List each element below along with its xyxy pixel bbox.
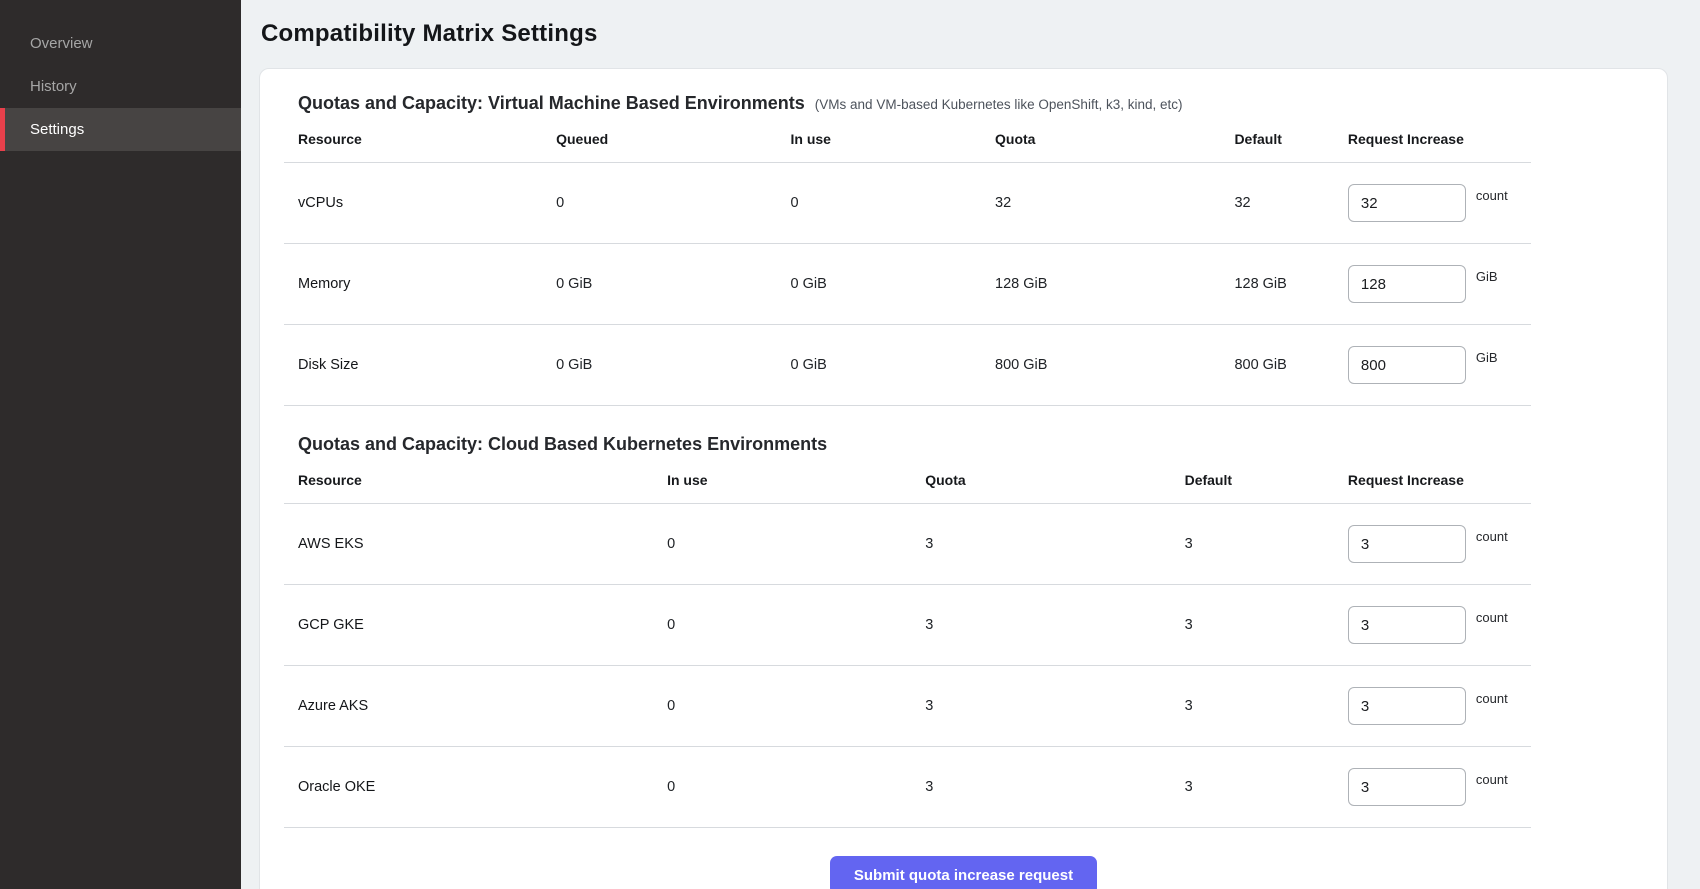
cell-quota: 3 — [921, 585, 1180, 666]
cell-request-increase: count — [1344, 585, 1531, 666]
cloud-quota-table: Resource In use Quota Default Request In… — [284, 455, 1531, 828]
cell-request-increase: GiB — [1344, 325, 1531, 406]
column-header-in-use: In use — [787, 114, 992, 163]
table-row-memory: Memory 0 GiB 0 GiB 128 GiB 128 GiB GiB — [284, 244, 1531, 325]
cell-request-increase: count — [1344, 747, 1531, 828]
unit-label: count — [1476, 610, 1508, 625]
request-input-group: count — [1348, 606, 1527, 644]
cell-request-increase: count — [1344, 163, 1531, 244]
column-header-queued: Queued — [552, 114, 786, 163]
app-root: Overview History Settings Compatibility … — [0, 0, 1700, 889]
azure-aks-request-input[interactable] — [1348, 687, 1466, 725]
cell-request-increase: count — [1344, 504, 1531, 585]
cloud-header-row: Resource In use Quota Default Request In… — [284, 455, 1531, 504]
resource-name: AWS EKS — [284, 504, 663, 585]
sidebar-item-settings[interactable]: Settings — [0, 108, 241, 151]
vm-table-wrap: Resource Queued In use Quota Default Req… — [284, 114, 1643, 406]
gcp-gke-request-input[interactable] — [1348, 606, 1466, 644]
unit-label: count — [1476, 772, 1508, 787]
resource-name: GCP GKE — [284, 585, 663, 666]
cell-quota: 3 — [921, 666, 1180, 747]
vm-quota-table: Resource Queued In use Quota Default Req… — [284, 114, 1531, 406]
unit-label: count — [1476, 529, 1508, 544]
column-header-resource: Resource — [284, 455, 663, 504]
unit-label: GiB — [1476, 269, 1498, 284]
column-header-default: Default — [1181, 455, 1344, 504]
request-input-group: count — [1348, 768, 1527, 806]
quota-settings-card: Quotas and Capacity: Virtual Machine Bas… — [259, 68, 1668, 889]
cell-default: 3 — [1181, 747, 1344, 828]
vm-section-header: Quotas and Capacity: Virtual Machine Bas… — [284, 93, 1643, 114]
memory-request-input[interactable] — [1348, 265, 1466, 303]
cell-quota: 3 — [921, 747, 1180, 828]
vm-header-row: Resource Queued In use Quota Default Req… — [284, 114, 1531, 163]
vcpus-request-input[interactable] — [1348, 184, 1466, 222]
resource-name: Oracle OKE — [284, 747, 663, 828]
resource-name: vCPUs — [284, 163, 552, 244]
unit-label: count — [1476, 691, 1508, 706]
table-row-disk-size: Disk Size 0 GiB 0 GiB 800 GiB 800 GiB Gi… — [284, 325, 1531, 406]
unit-label: GiB — [1476, 350, 1498, 365]
column-header-quota: Quota — [991, 114, 1230, 163]
cell-default: 800 GiB — [1230, 325, 1343, 406]
table-row-oracle-oke: Oracle OKE 0 3 3 count — [284, 747, 1531, 828]
cell-queued: 0 GiB — [552, 244, 786, 325]
cell-quota: 128 GiB — [991, 244, 1230, 325]
sidebar-item-overview[interactable]: Overview — [0, 22, 241, 65]
cell-queued: 0 GiB — [552, 325, 786, 406]
vm-section-title: Quotas and Capacity: Virtual Machine Bas… — [298, 93, 805, 114]
column-header-request-increase: Request Increase — [1344, 455, 1531, 504]
cell-request-increase: GiB — [1344, 244, 1531, 325]
cell-queued: 0 — [552, 163, 786, 244]
cell-default: 3 — [1181, 504, 1344, 585]
sidebar-item-history[interactable]: History — [0, 65, 241, 108]
disk-size-request-input[interactable] — [1348, 346, 1466, 384]
submit-button-row: Submit quota increase request — [284, 856, 1643, 889]
cell-default: 128 GiB — [1230, 244, 1343, 325]
oracle-oke-request-input[interactable] — [1348, 768, 1466, 806]
table-row-aws-eks: AWS EKS 0 3 3 count — [284, 504, 1531, 585]
cell-in-use: 0 — [787, 163, 992, 244]
cell-quota: 3 — [921, 504, 1180, 585]
column-header-default: Default — [1230, 114, 1343, 163]
sidebar-nav: Overview History Settings — [0, 22, 241, 151]
cell-quota: 32 — [991, 163, 1230, 244]
unit-label: count — [1476, 188, 1508, 203]
main-content: Compatibility Matrix Settings Quotas and… — [241, 0, 1700, 889]
request-input-group: count — [1348, 525, 1527, 563]
submit-quota-increase-button[interactable]: Submit quota increase request — [830, 856, 1097, 889]
cell-in-use: 0 — [663, 666, 921, 747]
resource-name: Disk Size — [284, 325, 552, 406]
request-input-group: GiB — [1348, 265, 1527, 303]
cell-in-use: 0 GiB — [787, 244, 992, 325]
cloud-table-wrap: Resource In use Quota Default Request In… — [284, 455, 1643, 828]
cell-quota: 800 GiB — [991, 325, 1230, 406]
request-input-group: GiB — [1348, 346, 1527, 384]
cell-request-increase: count — [1344, 666, 1531, 747]
cell-default: 32 — [1230, 163, 1343, 244]
vm-section-subtitle: (VMs and VM-based Kubernetes like OpenSh… — [815, 97, 1183, 112]
cell-default: 3 — [1181, 585, 1344, 666]
column-header-in-use: In use — [663, 455, 921, 504]
sidebar: Overview History Settings — [0, 0, 241, 889]
table-row-gcp-gke: GCP GKE 0 3 3 count — [284, 585, 1531, 666]
cloud-section-header: Quotas and Capacity: Cloud Based Kuberne… — [284, 434, 1643, 455]
page-title: Compatibility Matrix Settings — [261, 20, 1668, 48]
column-header-quota: Quota — [921, 455, 1180, 504]
column-header-resource: Resource — [284, 114, 552, 163]
cloud-section-title: Quotas and Capacity: Cloud Based Kuberne… — [298, 434, 827, 455]
resource-name: Azure AKS — [284, 666, 663, 747]
cell-in-use: 0 — [663, 585, 921, 666]
cell-in-use: 0 — [663, 747, 921, 828]
cell-in-use: 0 — [663, 504, 921, 585]
column-header-request-increase: Request Increase — [1344, 114, 1531, 163]
aws-eks-request-input[interactable] — [1348, 525, 1466, 563]
resource-name: Memory — [284, 244, 552, 325]
table-row-vcpus: vCPUs 0 0 32 32 count — [284, 163, 1531, 244]
cell-default: 3 — [1181, 666, 1344, 747]
table-row-azure-aks: Azure AKS 0 3 3 count — [284, 666, 1531, 747]
cell-in-use: 0 GiB — [787, 325, 992, 406]
request-input-group: count — [1348, 184, 1527, 222]
request-input-group: count — [1348, 687, 1527, 725]
